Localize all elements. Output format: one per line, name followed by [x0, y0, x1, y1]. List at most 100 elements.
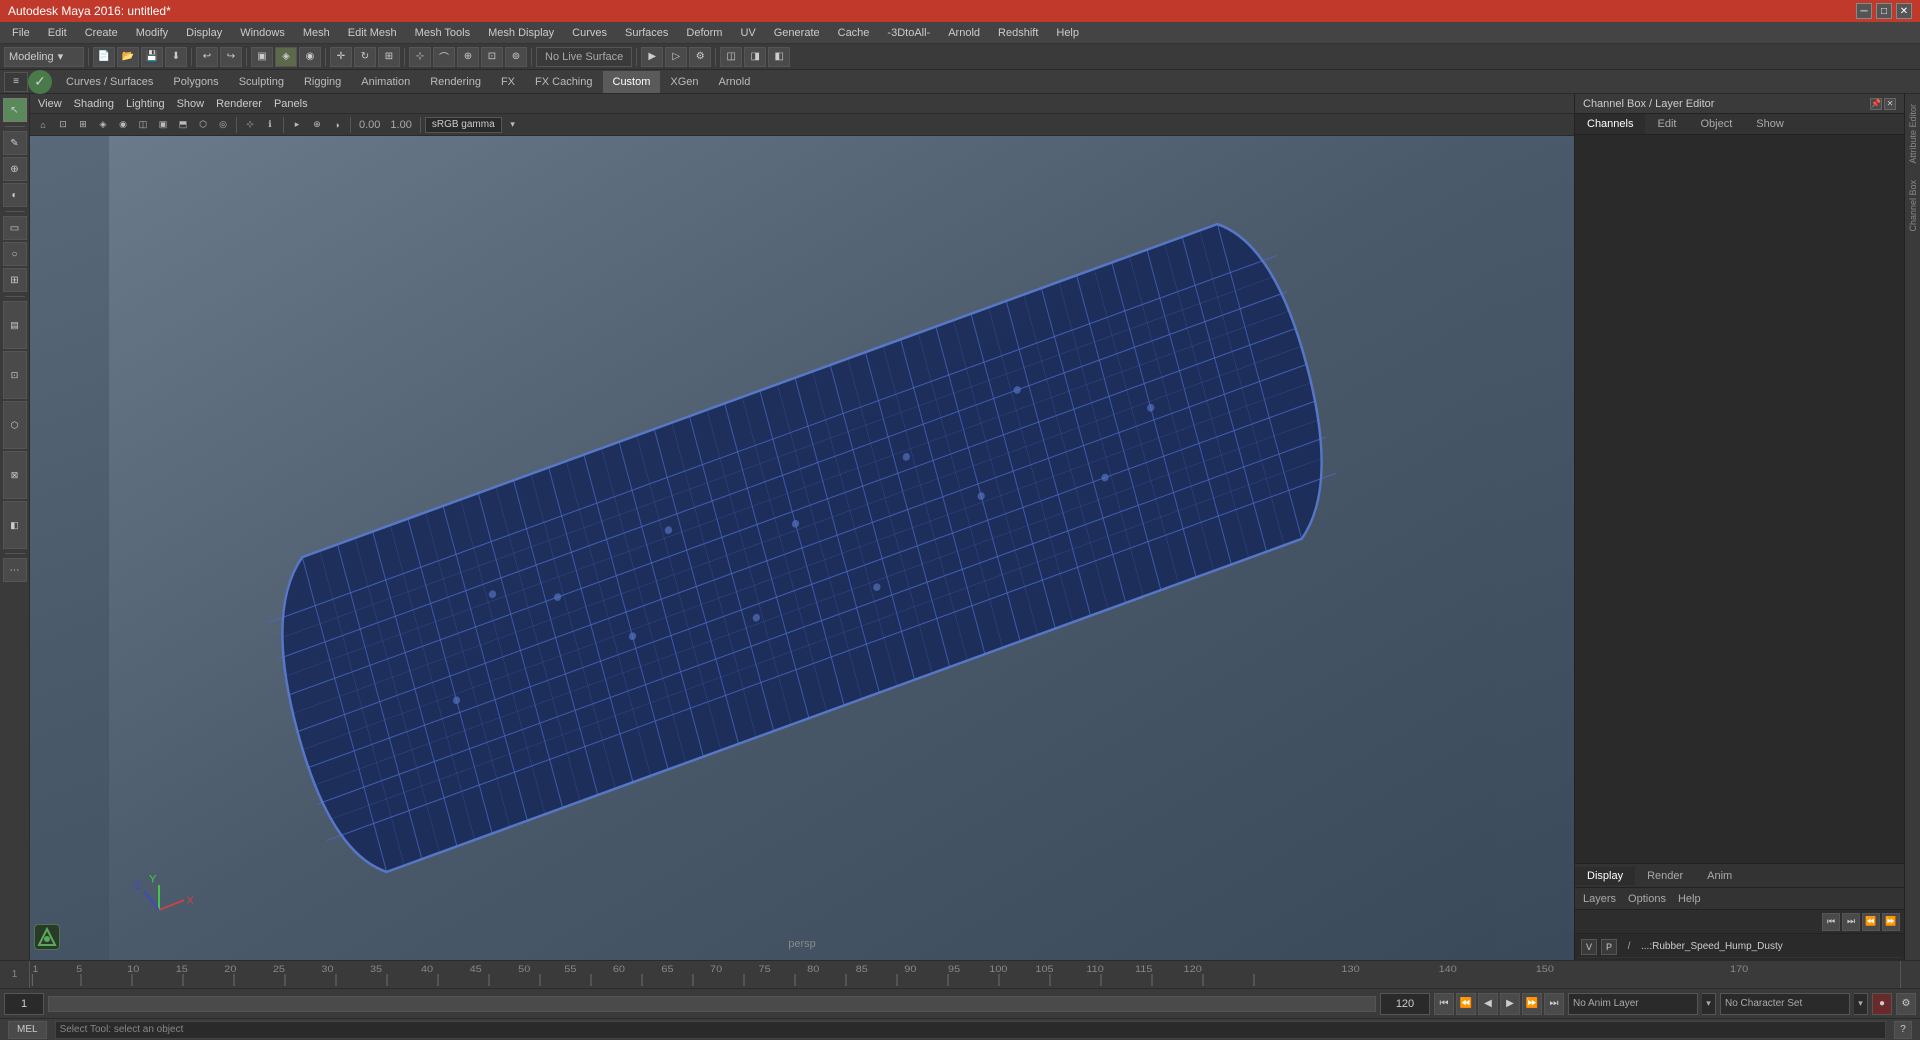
weight-tool-button[interactable]: ◐: [3, 183, 27, 207]
snap-grid-button[interactable]: ⊹: [409, 47, 431, 67]
viewport-menu-shading[interactable]: Shading: [74, 98, 114, 110]
ipr-render-button[interactable]: ▷: [665, 47, 687, 67]
render-scene-button[interactable]: ▶: [641, 47, 663, 67]
menu-curves[interactable]: Curves: [564, 25, 615, 41]
snap-curve-button[interactable]: ⌒: [433, 47, 455, 67]
left-double-tool-1[interactable]: ▤: [3, 301, 27, 349]
layers-label[interactable]: Layers: [1583, 893, 1616, 905]
menu-display[interactable]: Display: [178, 25, 230, 41]
menu-modify[interactable]: Modify: [128, 25, 176, 41]
paint-tool-button[interactable]: ✎: [3, 131, 27, 155]
left-double-tool-5[interactable]: ◧: [3, 501, 27, 549]
vp-isolate-button[interactable]: ◎: [214, 116, 232, 134]
select-tool-button[interactable]: ▣: [251, 47, 273, 67]
cb-tab-show[interactable]: Show: [1744, 114, 1796, 134]
menu-mesh-tools[interactable]: Mesh Tools: [407, 25, 478, 41]
maximize-button[interactable]: □: [1876, 3, 1892, 19]
viewport-menu-view[interactable]: View: [38, 98, 62, 110]
step-back-button[interactable]: ⏪: [1456, 993, 1476, 1015]
auto-key-button[interactable]: ●: [1872, 993, 1892, 1015]
menu-surfaces[interactable]: Surfaces: [617, 25, 676, 41]
char-set-dropdown-button[interactable]: ▾: [1854, 993, 1868, 1015]
left-double-tool-3[interactable]: ⬡: [3, 401, 27, 449]
play-forward-button[interactable]: ▶: [1500, 993, 1520, 1015]
right-icons-2[interactable]: ◨: [744, 47, 766, 67]
menu-3dtoall[interactable]: -3DtoAll-: [879, 25, 938, 41]
menu-windows[interactable]: Windows: [232, 25, 293, 41]
menu-redshift[interactable]: Redshift: [990, 25, 1046, 41]
timeline-ruler[interactable]: 1 5 10 15 20 25 30 35 40: [30, 961, 1900, 988]
anim-layer-selector[interactable]: No Anim Layer: [1568, 993, 1698, 1015]
close-button[interactable]: ✕: [1896, 3, 1912, 19]
step-forward-button[interactable]: ⏩: [1522, 993, 1542, 1015]
tab-arnold[interactable]: Arnold: [709, 71, 761, 93]
menu-deform[interactable]: Deform: [678, 25, 730, 41]
vp-cam-button[interactable]: ◈: [94, 116, 112, 134]
menu-file[interactable]: File: [4, 25, 38, 41]
transform-tool-button[interactable]: ⊕: [3, 157, 27, 181]
vp-measure-button[interactable]: ⊕: [308, 116, 326, 134]
vp-home-button[interactable]: ⌂: [34, 116, 52, 134]
create-poly-button[interactable]: ▭: [3, 216, 27, 240]
menu-help[interactable]: Help: [1048, 25, 1087, 41]
create-nurbs-button[interactable]: ○: [3, 242, 27, 266]
move-tool-button[interactable]: ✛: [330, 47, 352, 67]
lasso-tool-button[interactable]: ◈: [275, 47, 297, 67]
layer-playback-button[interactable]: P: [1601, 939, 1617, 955]
minimize-button[interactable]: ─: [1856, 3, 1872, 19]
tab-xgen[interactable]: XGen: [660, 71, 708, 93]
menu-create[interactable]: Create: [77, 25, 126, 41]
save-file-button[interactable]: 💾: [141, 47, 163, 67]
undo-button[interactable]: ↩: [196, 47, 218, 67]
measure-tool-button[interactable]: ⊞: [3, 268, 27, 292]
char-set-selector[interactable]: No Character Set: [1720, 993, 1850, 1015]
open-file-button[interactable]: 📂: [117, 47, 139, 67]
rotate-tool-button[interactable]: ↻: [354, 47, 376, 67]
select-mode-button[interactable]: ↖: [3, 98, 27, 122]
vp-select-type-button[interactable]: ▸: [288, 116, 306, 134]
range-end-field[interactable]: 120: [1380, 993, 1430, 1015]
tab-polygons[interactable]: Polygons: [163, 71, 228, 93]
layer-toolbar-btn-1[interactable]: ⏮: [1822, 913, 1840, 931]
tab-fx[interactable]: FX: [491, 71, 525, 93]
workspace-dropdown[interactable]: Modeling ▾: [4, 47, 84, 67]
redo-button[interactable]: ↪: [220, 47, 242, 67]
options-label[interactable]: Options: [1628, 893, 1666, 905]
cb-tab-edit[interactable]: Edit: [1645, 114, 1688, 134]
vp-frame-button[interactable]: ⊡: [54, 116, 72, 134]
layer-name-label[interactable]: ...:Rubber_Speed_Hump_Dusty: [1641, 941, 1898, 952]
dr-tab-anim[interactable]: Anim: [1695, 867, 1744, 885]
tab-rendering[interactable]: Rendering: [420, 71, 491, 93]
vp-solid-button[interactable]: ▣: [154, 116, 172, 134]
tab-sculpting[interactable]: Sculpting: [229, 71, 294, 93]
channel-box-close-button[interactable]: ✕: [1884, 98, 1896, 110]
sidebar-toggle-button[interactable]: ≡: [4, 72, 28, 92]
render-settings-button[interactable]: ⚙: [689, 47, 711, 67]
anim-layer-dropdown-button[interactable]: ▾: [1702, 993, 1716, 1015]
status-help-button[interactable]: ?: [1894, 1021, 1912, 1039]
tab-rigging[interactable]: Rigging: [294, 71, 351, 93]
channel-box-pin-button[interactable]: 📌: [1870, 98, 1882, 110]
channel-box-label[interactable]: Channel Box: [1906, 172, 1920, 240]
snap-point-button[interactable]: ⊕: [457, 47, 479, 67]
viewport-canvas[interactable]: X Y Z persp: [30, 136, 1574, 960]
mel-tab[interactable]: MEL: [8, 1021, 47, 1039]
go-start-button[interactable]: ⏮: [1434, 993, 1454, 1015]
scale-tool-button[interactable]: ⊞: [378, 47, 400, 67]
cb-tab-channels[interactable]: Channels: [1575, 114, 1645, 134]
menu-generate[interactable]: Generate: [766, 25, 828, 41]
tab-custom[interactable]: Custom: [603, 71, 661, 93]
dr-tab-display[interactable]: Display: [1575, 867, 1635, 885]
viewport-menu-renderer[interactable]: Renderer: [216, 98, 262, 110]
gamma-selector[interactable]: sRGB gamma: [425, 117, 502, 133]
menu-edit-mesh[interactable]: Edit Mesh: [340, 25, 405, 41]
menu-mesh-display[interactable]: Mesh Display: [480, 25, 562, 41]
bottom-tool-button[interactable]: ⋯: [3, 558, 27, 582]
help-label[interactable]: Help: [1678, 893, 1701, 905]
paint-select-button[interactable]: ◉: [299, 47, 321, 67]
menu-edit[interactable]: Edit: [40, 25, 75, 41]
preferences-button[interactable]: ⚙: [1896, 993, 1916, 1015]
title-bar-controls[interactable]: ─ □ ✕: [1856, 3, 1912, 19]
new-file-button[interactable]: 📄: [93, 47, 115, 67]
vp-sync-button[interactable]: ⊞: [74, 116, 92, 134]
